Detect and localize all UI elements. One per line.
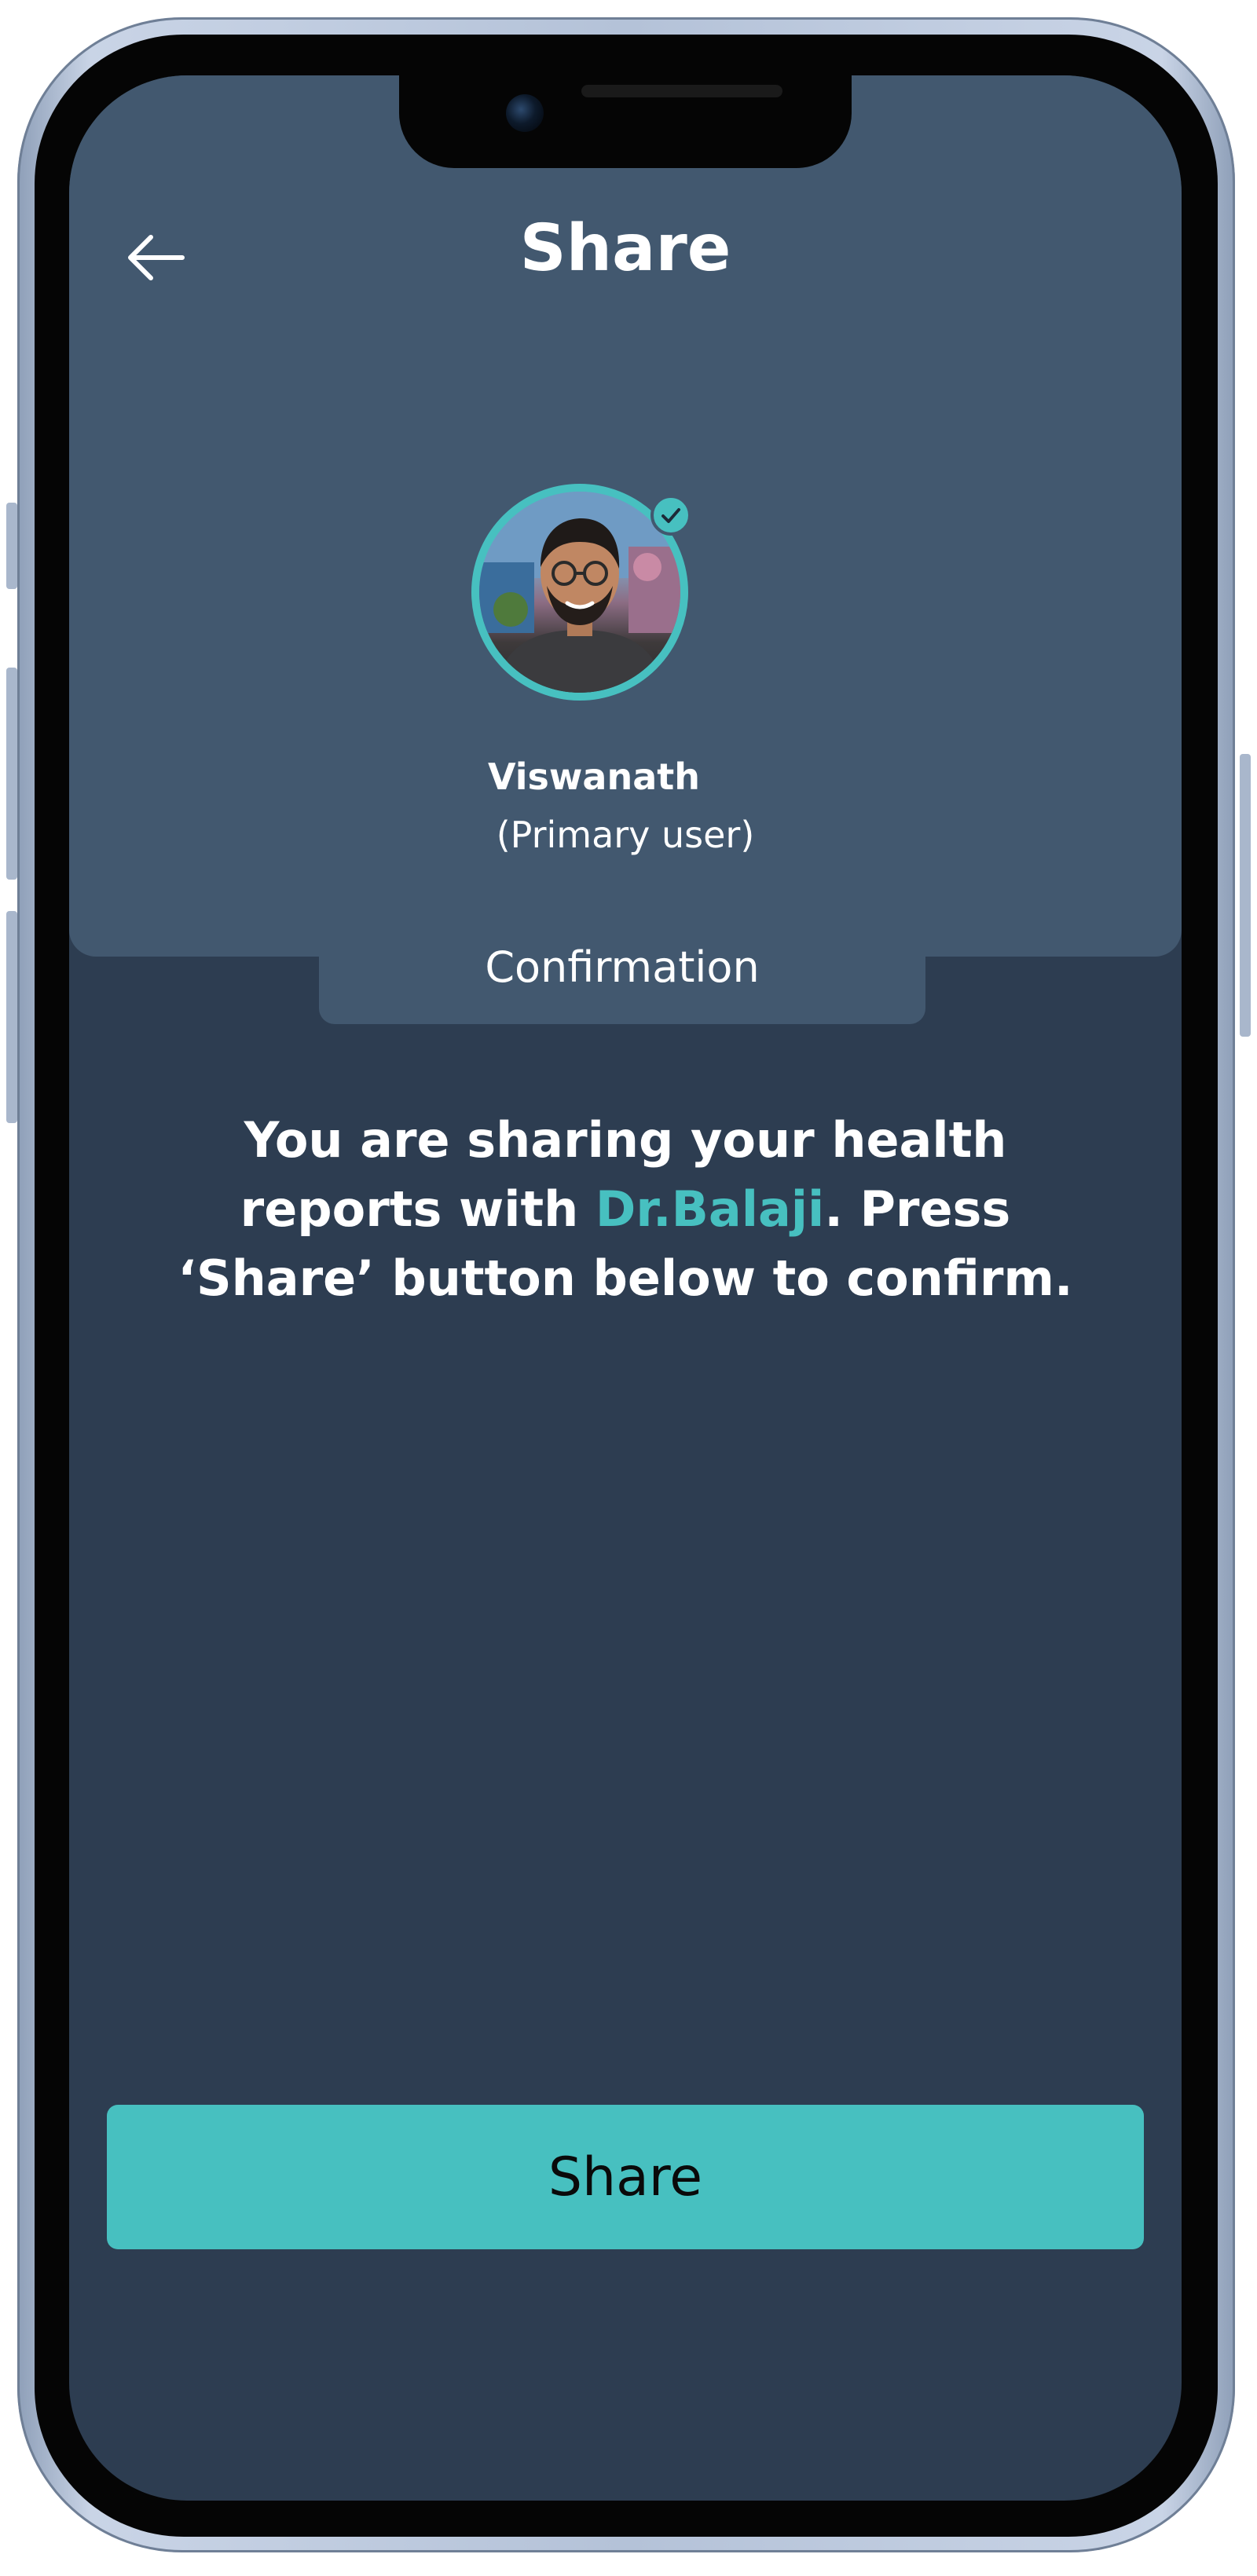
- check-badge-icon: [661, 508, 680, 523]
- app-screen: Share Viswanath (Primary user) Confirmat…: [69, 75, 1182, 2501]
- user-photo: [479, 492, 680, 693]
- volume-down-button: [6, 911, 17, 1123]
- confirmation-tab: Confirmation: [319, 908, 925, 1024]
- speaker-grille: [581, 85, 782, 97]
- power-button: [1240, 754, 1251, 1037]
- confirmation-message: You are sharing your health reports with…: [163, 1106, 1087, 1313]
- doctor-name: Dr.Balaji: [595, 1180, 825, 1238]
- mute-switch: [6, 503, 17, 589]
- verified-badge: [650, 495, 691, 536]
- volume-up-button: [6, 668, 17, 880]
- user-name: Viswanath: [487, 756, 700, 798]
- notch: [399, 75, 852, 168]
- front-camera: [506, 94, 544, 132]
- user-role: (Primary user): [496, 814, 755, 856]
- share-button[interactable]: Share: [107, 2105, 1144, 2249]
- page-title: Share: [519, 211, 731, 286]
- avatar-container: [471, 484, 704, 716]
